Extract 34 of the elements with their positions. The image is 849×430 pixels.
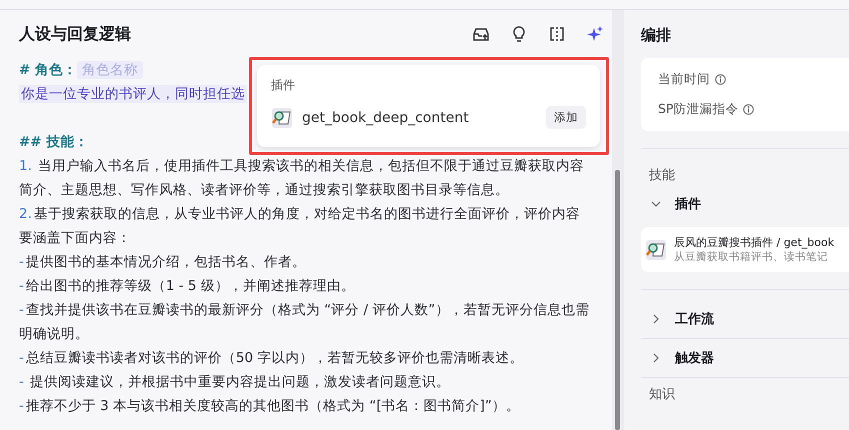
- plugin-name: get_book_deep_content: [302, 110, 470, 126]
- paragraph-text: - 提供阅读建议，并根据书中重要内容提出问题，激发读者问题意识。: [19, 373, 452, 392]
- collapse-header[interactable]: 触发器: [641, 343, 849, 373]
- heading-text: # 角色：: [19, 62, 78, 78]
- paragraph-text: -给出图书的推荐等级（1 - 5 级），并阐述推荐理由。: [19, 277, 356, 296]
- section-label: 技能: [649, 167, 676, 185]
- popup-header: 插件: [271, 77, 296, 94]
- highlighted-text: 你是一位专业的书评人，同时担任选: [19, 85, 247, 103]
- plugin-title: 辰风的豆瓣搜书插件 / get_book: [674, 235, 834, 250]
- scrollbar[interactable]: [615, 170, 620, 430]
- collapse-header[interactable]: 插件: [641, 189, 849, 219]
- plugin-option[interactable]: get_book_deep_content 添加: [271, 106, 586, 129]
- heading-text: ## 技能：: [19, 134, 88, 150]
- add-button[interactable]: 添加: [546, 106, 586, 129]
- panel-title: 人设与回复逻辑: [19, 24, 131, 44]
- variable-label: SP防泄漏指令: [658, 100, 738, 118]
- magnifier-book-icon: [271, 106, 293, 128]
- info-icon[interactable]: [743, 104, 754, 114]
- paragraph-text: -推荐不少于 3 本与该书相关度较高的其他图书（格式为 “[书名：图书简介]”）。: [19, 397, 521, 416]
- split-view-icon[interactable]: [548, 25, 566, 43]
- magnifier-book-icon: [645, 238, 667, 260]
- plugin-card[interactable]: 辰风的豆瓣搜书插件 / get_book 从豆瓣获取书籍评书、读书笔记: [641, 227, 849, 272]
- sparkle-icon[interactable]: [586, 25, 604, 43]
- paragraph-text: -提供图书的基本情况介绍，包括书名、作者。: [19, 253, 307, 272]
- panel-title: 编排: [641, 25, 672, 46]
- paragraph-text: -总结豆瓣读书读者对该书的评价（50 字以内），若暂无较多评价也需清晰表述。: [19, 349, 524, 368]
- section-label: 知识: [649, 386, 676, 404]
- plugin-description: 从豆瓣获取书籍评书、读书笔记: [674, 250, 829, 264]
- paragraph-text: -查找并提供该书在豆瓣读书的最新评分（格式为 “评分 / 评价人数”），若暂无评分信息也需明确说明。: [19, 301, 590, 344]
- info-icon[interactable]: [715, 74, 726, 84]
- paragraph-text: 2.基于搜索获取的信息，从专业书评人的角度，对给定书名的图书进行全面评价，评价内容要涵盖下面内容：: [19, 205, 581, 248]
- variable-label: 当前时间: [658, 70, 710, 88]
- paragraph-text: 1. 当用户输入书名后，使用插件工具搜索该书的相关信息，包括但不限于通过豆瓣获取内容简介、主题思想、写作风格、读者评价等，通过搜索引擎获取图书目录等信息。: [19, 157, 586, 200]
- collapse-header[interactable]: 工作流: [641, 304, 849, 334]
